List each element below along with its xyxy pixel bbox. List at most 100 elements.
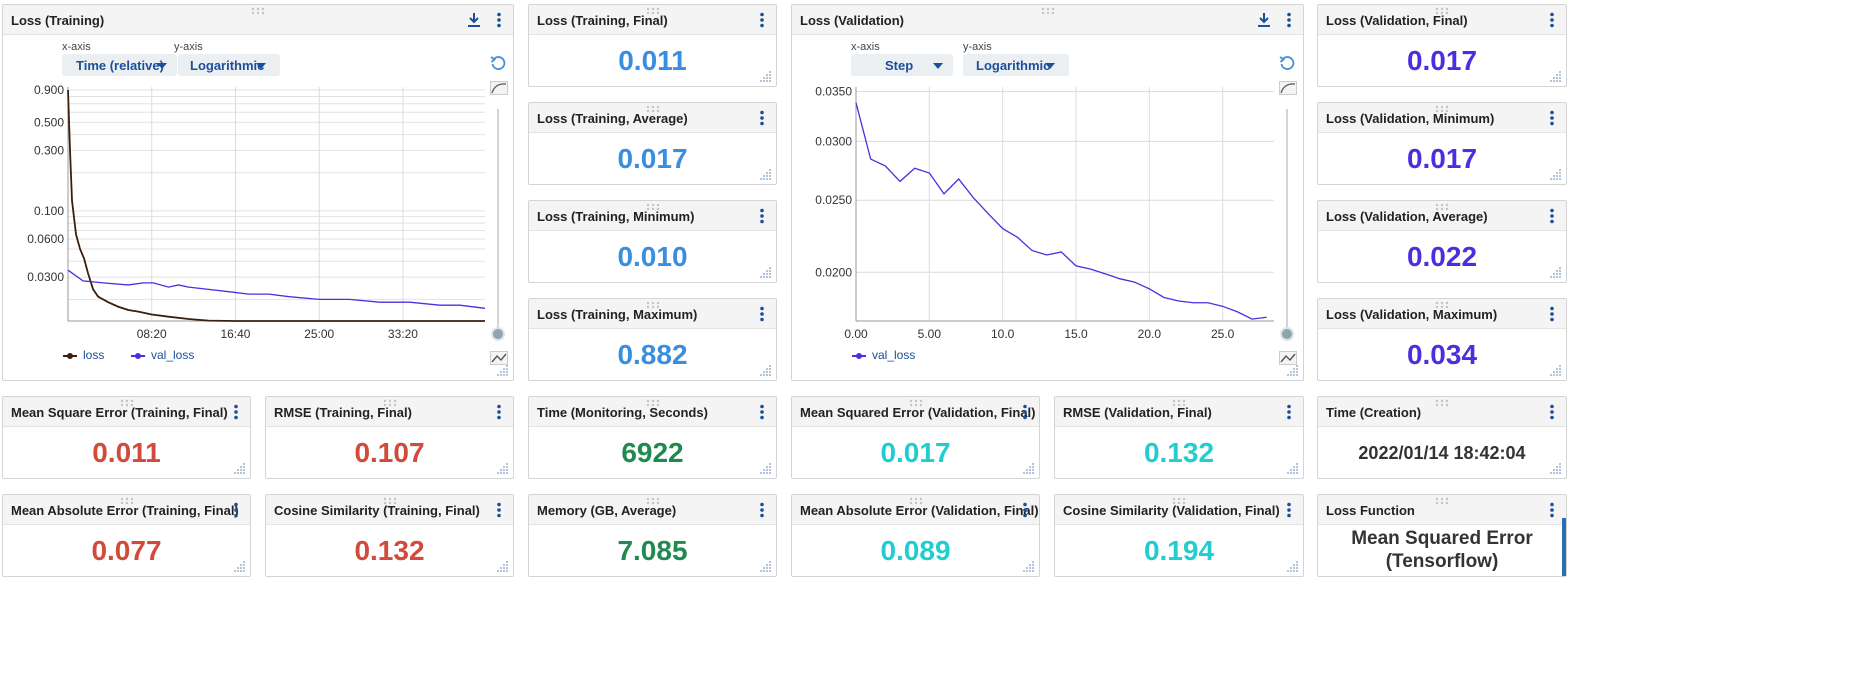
validation-loss-plot[interactable]: 0.0350 0.0300 0.0250 0.0200 0.00 5.00 10.0 15.0… — [792, 5, 1305, 382]
resize-handle-icon[interactable] — [496, 363, 509, 376]
card-title: Memory (GB, Average) — [537, 503, 677, 518]
drag-handle-icon[interactable] — [1435, 497, 1449, 505]
reset-zoom-icon[interactable] — [1279, 55, 1295, 71]
smoothing-slider-knob[interactable] — [1280, 327, 1294, 341]
resize-handle-icon[interactable] — [759, 69, 772, 82]
resize-handle-icon[interactable] — [759, 265, 772, 278]
drag-handle-icon[interactable] — [646, 301, 660, 309]
smoothing-slider-track[interactable] — [497, 109, 499, 331]
kebab-menu-icon[interactable] — [1549, 208, 1555, 224]
kebab-menu-icon[interactable] — [759, 208, 765, 224]
legend-item-val-loss[interactable]: val_loss — [852, 348, 915, 362]
card-header[interactable]: Loss (Training, Maximum) — [529, 299, 776, 329]
resize-handle-icon[interactable] — [1549, 265, 1562, 278]
drag-handle-icon[interactable] — [646, 203, 660, 211]
card-header[interactable]: Loss (Validation, Average) — [1318, 201, 1566, 231]
card-header[interactable]: Loss (Training, Minimum) — [529, 201, 776, 231]
resize-handle-icon[interactable] — [1286, 559, 1299, 572]
kebab-menu-icon[interactable] — [759, 404, 765, 420]
drag-handle-icon[interactable] — [646, 399, 660, 407]
smoothing-slider-track[interactable] — [1286, 109, 1288, 331]
drag-handle-icon[interactable] — [646, 497, 660, 505]
card-header[interactable]: Mean Absolute Error (Validation, Final) — [792, 495, 1039, 525]
resize-handle-icon[interactable] — [1022, 559, 1035, 572]
card-header[interactable]: RMSE (Training, Final) — [266, 397, 513, 427]
kebab-menu-icon[interactable] — [233, 502, 239, 518]
card-header[interactable]: Mean Squared Error (Validation, Final) — [792, 397, 1039, 427]
legend-item-loss[interactable]: loss — [63, 348, 104, 362]
kebab-menu-icon[interactable] — [1022, 502, 1028, 518]
card-header[interactable]: Loss Function — [1318, 495, 1566, 525]
card-header[interactable]: RMSE (Validation, Final) — [1055, 397, 1303, 427]
resize-handle-icon[interactable] — [759, 167, 772, 180]
resize-handle-icon[interactable] — [1549, 363, 1562, 376]
drag-handle-icon[interactable] — [1172, 497, 1186, 505]
drag-handle-icon[interactable] — [646, 7, 660, 15]
card-header[interactable]: Mean Absolute Error (Training, Final) — [3, 495, 250, 525]
card-header[interactable]: Memory (GB, Average) — [529, 495, 776, 525]
resize-handle-icon[interactable] — [759, 559, 772, 572]
kebab-menu-icon[interactable] — [1549, 110, 1555, 126]
kebab-menu-icon[interactable] — [496, 502, 502, 518]
card-header[interactable]: Time (Creation) — [1318, 397, 1566, 427]
resize-handle-icon[interactable] — [1286, 461, 1299, 474]
resize-handle-icon[interactable] — [1549, 461, 1562, 474]
resize-handle-icon[interactable] — [1549, 167, 1562, 180]
smoothing-icon[interactable] — [1279, 81, 1297, 95]
kebab-menu-icon[interactable] — [759, 502, 765, 518]
drag-handle-icon[interactable] — [383, 497, 397, 505]
kebab-menu-icon[interactable] — [233, 404, 239, 420]
kebab-menu-icon[interactable] — [1286, 404, 1292, 420]
resize-handle-icon[interactable] — [233, 461, 246, 474]
x-tick-label: 08:20 — [137, 327, 167, 341]
resize-handle-icon[interactable] — [1549, 69, 1562, 82]
drag-handle-icon[interactable] — [1435, 105, 1449, 113]
kebab-menu-icon[interactable] — [1549, 404, 1555, 420]
reset-zoom-icon[interactable] — [490, 55, 506, 71]
x-tick-label: 15.0 — [1064, 327, 1088, 341]
drag-handle-icon[interactable] — [1435, 203, 1449, 211]
resize-handle-icon[interactable] — [496, 461, 509, 474]
drag-handle-icon[interactable] — [909, 497, 923, 505]
drag-handle-icon[interactable] — [120, 497, 134, 505]
resize-handle-icon[interactable] — [1286, 363, 1299, 376]
card-header[interactable]: Loss (Validation, Final) — [1318, 5, 1566, 35]
resize-handle-icon[interactable] — [759, 461, 772, 474]
card-header[interactable]: Loss (Validation, Minimum) — [1318, 103, 1566, 133]
smoothing-slider-knob[interactable] — [491, 327, 505, 341]
card-header[interactable]: Cosine Similarity (Training, Final) — [266, 495, 513, 525]
kebab-menu-icon[interactable] — [1022, 404, 1028, 420]
kebab-menu-icon[interactable] — [759, 110, 765, 126]
resize-handle-icon[interactable] — [233, 559, 246, 572]
metric-card-train-minimum: Loss (Training, Minimum) 0.010 — [528, 200, 777, 283]
resize-handle-icon[interactable] — [1022, 461, 1035, 474]
card-header[interactable]: Loss (Validation, Maximum) — [1318, 299, 1566, 329]
drag-handle-icon[interactable] — [383, 399, 397, 407]
kebab-menu-icon[interactable] — [1549, 502, 1555, 518]
kebab-menu-icon[interactable] — [496, 404, 502, 420]
drag-handle-icon[interactable] — [120, 399, 134, 407]
card-header[interactable]: Time (Monitoring, Seconds) — [529, 397, 776, 427]
scrollbar[interactable] — [1562, 518, 1566, 576]
drag-handle-icon[interactable] — [646, 105, 660, 113]
drag-handle-icon[interactable] — [909, 399, 923, 407]
drag-handle-icon[interactable] — [1172, 399, 1186, 407]
drag-handle-icon[interactable] — [1435, 7, 1449, 15]
drag-handle-icon[interactable] — [1435, 399, 1449, 407]
kebab-menu-icon[interactable] — [759, 306, 765, 322]
card-header[interactable]: Loss (Training, Average) — [529, 103, 776, 133]
card-header[interactable]: Cosine Similarity (Validation, Final) — [1055, 495, 1303, 525]
resize-handle-icon[interactable] — [759, 363, 772, 376]
drag-handle-icon[interactable] — [1435, 301, 1449, 309]
card-header[interactable]: Mean Square Error (Training, Final) — [3, 397, 250, 427]
legend-item-val-loss[interactable]: val_loss — [131, 348, 194, 362]
metric-card-time-creation: Time (Creation) 2022/01/14 18:42:04 — [1317, 396, 1567, 479]
kebab-menu-icon[interactable] — [1286, 502, 1292, 518]
kebab-menu-icon[interactable] — [1549, 12, 1555, 28]
card-header[interactable]: Loss (Training, Final) — [529, 5, 776, 35]
resize-handle-icon[interactable] — [496, 559, 509, 572]
smoothing-icon[interactable] — [490, 81, 508, 95]
training-loss-plot[interactable]: 0.900 0.500 0.300 0.100 0.0600 0.0300 08:20 16:… — [3, 5, 515, 382]
kebab-menu-icon[interactable] — [759, 12, 765, 28]
kebab-menu-icon[interactable] — [1549, 306, 1555, 322]
